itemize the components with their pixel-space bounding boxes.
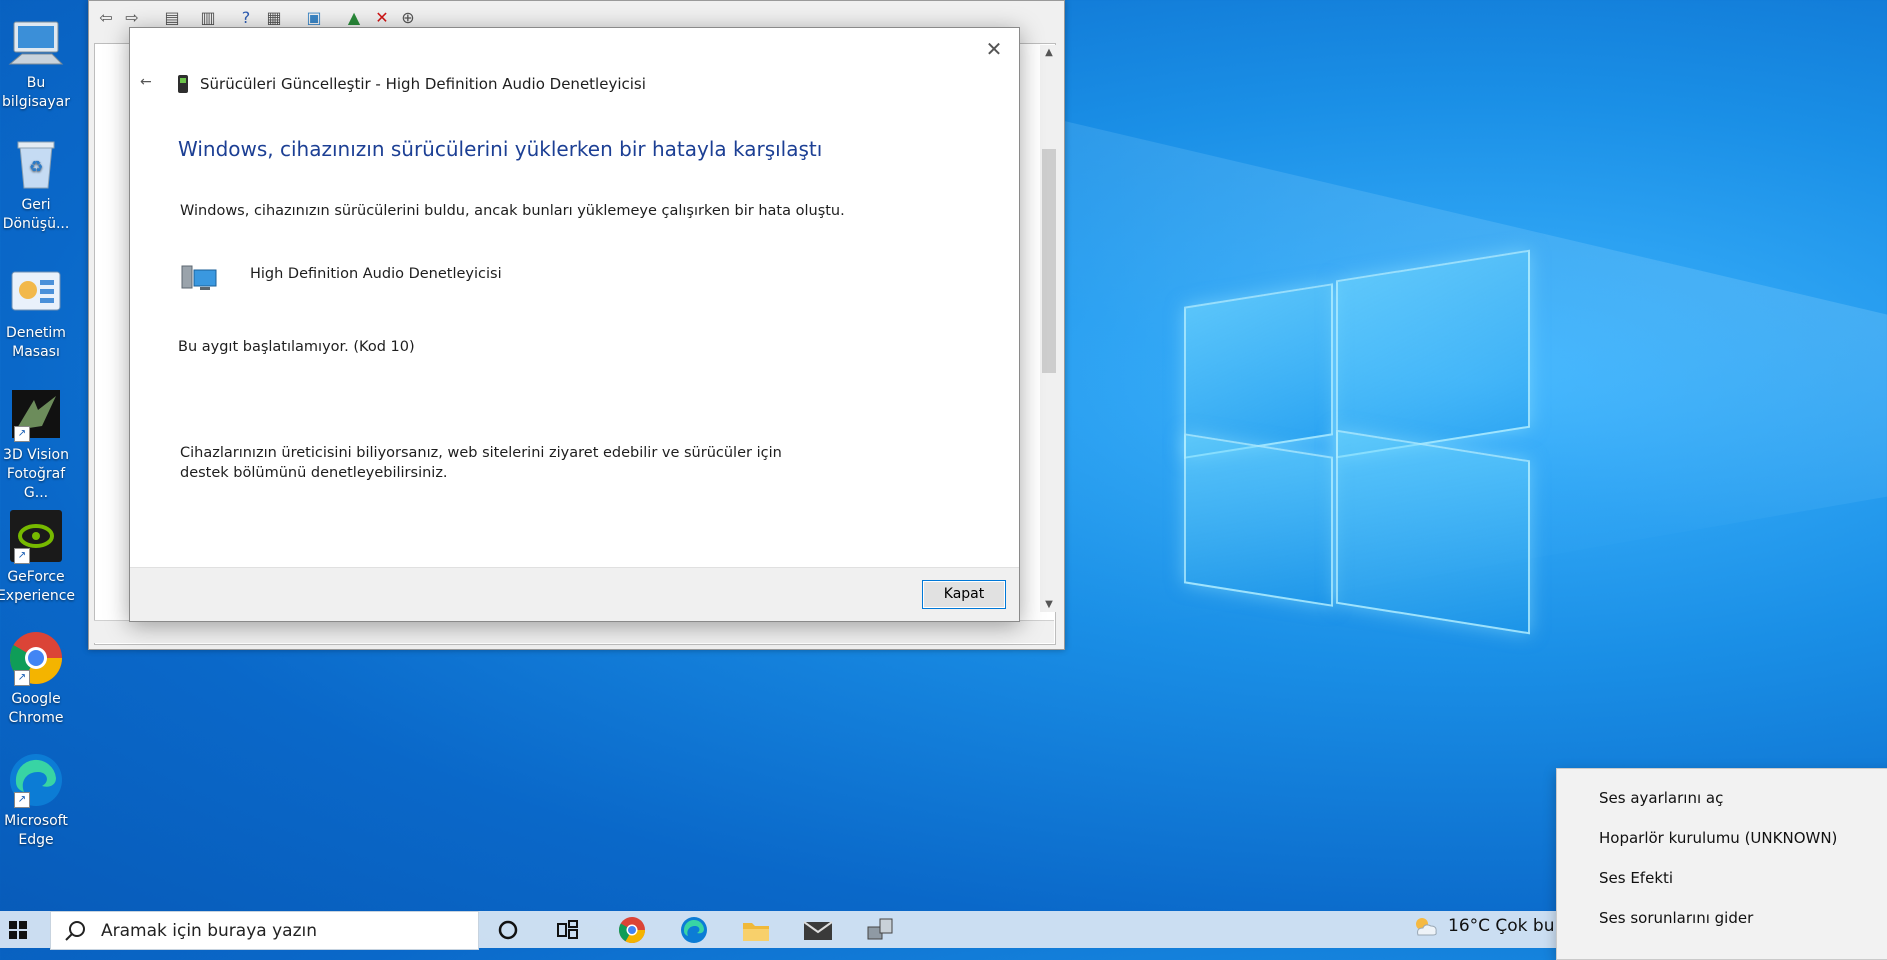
desktop-icon-edge[interactable]: ↗ Microsoft Edge bbox=[0, 752, 76, 850]
search-icon bbox=[65, 920, 85, 941]
dialog-title-bar: Sürücüleri Güncelleştir - High Definitio… bbox=[178, 75, 646, 93]
shortcut-arrow-icon: ↗ bbox=[14, 792, 30, 808]
device-manager-icon[interactable] bbox=[860, 913, 900, 946]
help-text: Cihazlarınızın üreticisini biliyorsanız,… bbox=[180, 445, 782, 481]
device-name: High Definition Audio Denetleyicisi bbox=[250, 266, 502, 282]
back-arrow-icon[interactable]: ⇦ bbox=[95, 7, 117, 29]
show-hide-console-tree-icon[interactable]: ▤ bbox=[161, 7, 183, 29]
update-drivers-dialog: ✕ ← Sürücüleri Güncelleştir - High Defin… bbox=[129, 27, 1020, 622]
menu-item-troubleshoot-sound[interactable]: Ses sorunlarını gider bbox=[1599, 909, 1753, 927]
uninstall-device-icon[interactable]: ✕ bbox=[371, 7, 393, 29]
close-icon[interactable]: ✕ bbox=[979, 34, 1009, 64]
sound-context-menu: Ses ayarlarını aç Hoparlör kurulumu (UNK… bbox=[1556, 768, 1887, 960]
menu-item-speaker-setup[interactable]: Hoparlör kurulumu (UNKNOWN) bbox=[1599, 829, 1837, 847]
edge-icon: ↗ bbox=[8, 752, 64, 808]
computer-icon bbox=[8, 14, 64, 70]
recycle-bin-icon: ♻ bbox=[8, 136, 64, 192]
desktop-icon-this-pc[interactable]: Bu bilgisayar bbox=[0, 14, 76, 112]
scrollbar-thumb[interactable] bbox=[1042, 149, 1056, 373]
action-pane-icon[interactable]: ▦ bbox=[263, 7, 285, 29]
desktop-icon-label: Bu bilgisayar bbox=[2, 75, 70, 110]
desktop-icon-chrome[interactable]: ↗ Google Chrome bbox=[0, 630, 76, 728]
desktop-icon-label: GeForce Experience bbox=[0, 569, 76, 604]
device-row: High Definition Audio Denetleyicisi bbox=[180, 262, 502, 298]
download-icon[interactable]: ⊕ bbox=[397, 7, 419, 29]
error-code-text: Bu aygıt başlatılamıyor. (Kod 10) bbox=[178, 339, 415, 355]
chrome-icon: ↗ bbox=[8, 630, 64, 686]
dialog-footer: Kapat bbox=[130, 567, 1019, 621]
nvidia-icon: ↗ bbox=[8, 508, 64, 564]
windows-start-icon bbox=[9, 921, 27, 939]
audio-device-icon bbox=[180, 262, 220, 298]
close-button[interactable]: Kapat bbox=[922, 580, 1006, 609]
scroll-down-icon[interactable]: ▼ bbox=[1040, 599, 1058, 610]
shortcut-arrow-icon: ↗ bbox=[14, 426, 30, 442]
desktop-icon-recycle-bin[interactable]: ♻ Geri Dönüşü... bbox=[0, 136, 76, 234]
device-manager-statusbar bbox=[94, 620, 1054, 643]
3d-vision-icon: ↗ bbox=[8, 386, 64, 442]
forward-arrow-icon[interactable]: ⇨ bbox=[121, 7, 143, 29]
desktop-icon-3d-vision[interactable]: ↗ 3D Vision Fotoğraf G... bbox=[0, 386, 76, 503]
desktop-icon-label: Microsoft Edge bbox=[4, 813, 68, 848]
taskbar-search-box[interactable]: Aramak için buraya yazın bbox=[50, 911, 479, 950]
desktop-icon-label: 3D Vision Fotoğraf G... bbox=[3, 447, 69, 501]
weather-text: 16°C Çok bu bbox=[1448, 916, 1555, 936]
desktop-icon-label: Geri Dönüşü... bbox=[2, 197, 70, 232]
weather-widget[interactable]: 16°C Çok bu bbox=[1412, 915, 1555, 937]
error-message: Windows, cihazınızın sürücülerini buldu,… bbox=[180, 203, 845, 219]
device-tree-scrollbar[interactable]: ▲ ▼ bbox=[1040, 45, 1058, 612]
windows-wallpaper-logo bbox=[1184, 249, 1530, 635]
device-small-icon bbox=[178, 75, 188, 93]
file-explorer-icon[interactable] bbox=[736, 913, 776, 946]
shortcut-arrow-icon: ↗ bbox=[14, 670, 30, 686]
dialog-title: Sürücüleri Güncelleştir - High Definitio… bbox=[200, 75, 646, 93]
desktop-icon-label: Google Chrome bbox=[8, 691, 64, 726]
error-heading: Windows, cihazınızın sürücülerini yükler… bbox=[178, 137, 823, 161]
start-button[interactable] bbox=[0, 911, 44, 948]
desktop-icon-label: Denetim Masası bbox=[6, 325, 66, 360]
menu-item-sound-effects[interactable]: Ses Efekti bbox=[1599, 869, 1673, 887]
back-arrow-icon[interactable]: ← bbox=[140, 74, 160, 94]
task-view-icon[interactable] bbox=[548, 913, 588, 946]
desktop-icon-geforce[interactable]: ↗ GeForce Experience bbox=[0, 508, 76, 606]
shortcut-arrow-icon: ↗ bbox=[14, 548, 30, 564]
mail-icon[interactable] bbox=[798, 913, 838, 946]
svg-text:♻: ♻ bbox=[29, 157, 43, 176]
properties-icon[interactable]: ▥ bbox=[197, 7, 219, 29]
edge-icon[interactable] bbox=[674, 913, 714, 946]
control-panel-icon bbox=[8, 264, 64, 320]
weather-cloud-sun-icon bbox=[1416, 918, 1437, 936]
chrome-icon[interactable] bbox=[612, 913, 652, 946]
cortana-icon[interactable] bbox=[488, 913, 528, 946]
menu-item-open-sound-settings[interactable]: Ses ayarlarını aç bbox=[1599, 789, 1723, 807]
scroll-up-icon[interactable]: ▲ bbox=[1040, 47, 1058, 58]
search-placeholder: Aramak için buraya yazın bbox=[101, 920, 317, 941]
help-icon[interactable]: ? bbox=[235, 7, 257, 29]
desktop-icon-control-panel[interactable]: Denetim Masası bbox=[0, 264, 76, 362]
update-driver-icon[interactable]: ▲ bbox=[343, 7, 365, 29]
scan-hardware-icon[interactable]: ▣ bbox=[303, 7, 325, 29]
